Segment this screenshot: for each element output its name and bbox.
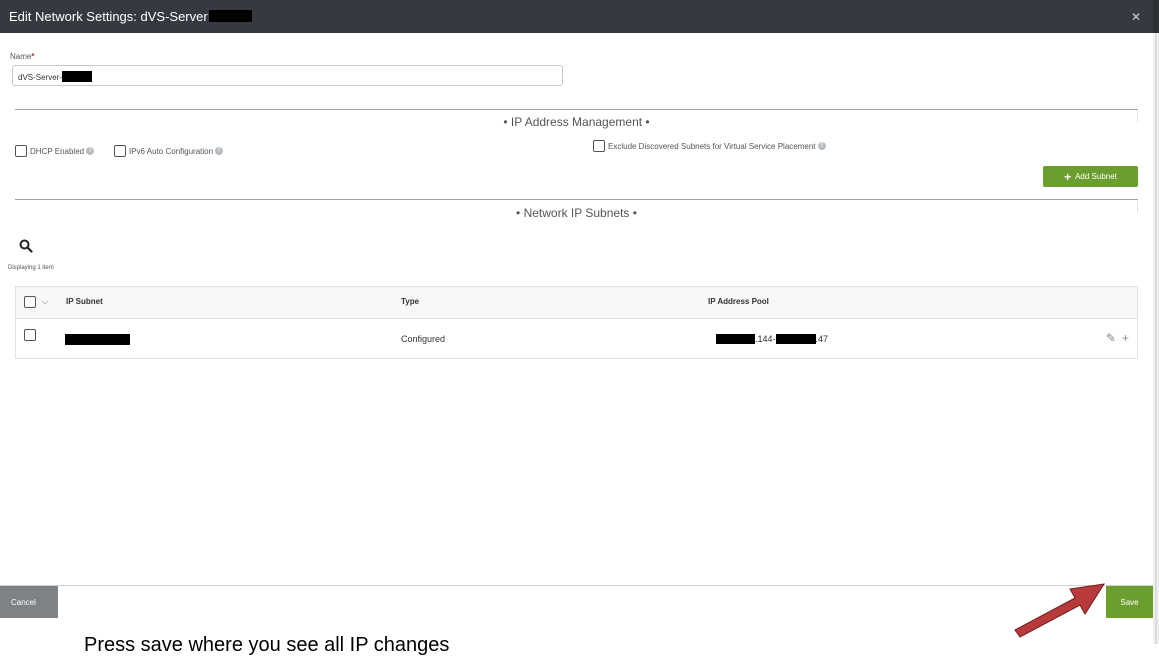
section-divider [15,109,1138,122]
chevron-down-icon[interactable]: ⌵ [42,297,48,307]
redacted-block [716,334,755,344]
name-input-value: dVS-Server- [18,71,93,82]
window-edge [1153,0,1159,644]
name-label-text: Name [10,52,32,61]
ip-pool-cell: .144- .47 [716,334,828,344]
ipv6-label: IPv6 Auto Configuration [129,146,214,156]
annotation-arrow-icon [1014,583,1106,638]
dhcp-label: DHCP Enabled [30,146,85,156]
dialog-title: Edit Network Settings: dVS-Server [9,9,252,25]
instruction-caption: Press save where you see all IP changes [84,634,450,656]
add-subnet-label: Add Subnet [1075,172,1117,181]
dhcp-option: DHCP Enabled? [15,145,95,157]
table-header: ⌵ IP Subnet Type IP Address Pool [16,287,1137,319]
name-input[interactable]: dVS-Server- [12,65,563,86]
ip-management-title: • IP Address Management • [503,115,650,129]
save-button[interactable]: Save [1106,586,1153,618]
name-label: Name* [10,52,34,61]
column-ip-subnet[interactable]: IP Subnet [66,297,103,306]
cancel-button[interactable]: Cancel [0,586,58,618]
row-checkbox[interactable] [24,329,36,341]
edit-network-dialog: Edit Network Settings: dVS-Server ✕ Name… [0,0,1153,618]
ipv6-checkbox[interactable] [114,145,126,157]
dhcp-checkbox[interactable] [15,145,27,157]
subnets-table: ⌵ IP Subnet Type IP Address Pool Configu… [15,286,1138,359]
exclude-subnets-checkbox[interactable] [593,140,605,152]
displaying-count: Displaying 1 item [8,265,54,271]
redacted-block [208,10,252,22]
plus-icon: + [1064,169,1072,184]
column-ip-address-pool[interactable]: IP Address Pool [708,297,769,306]
table-row: Configured .144- .47 ✎ + [16,319,1137,359]
select-all-checkbox[interactable] [24,296,36,308]
exclude-subnets-option: Exclude Discovered Subnets for Virtual S… [593,140,826,152]
plus-icon[interactable]: + [1122,331,1129,345]
help-icon[interactable]: ? [215,147,224,155]
ip-pool-mid: .144- [755,334,776,344]
help-icon[interactable]: ? [86,147,95,155]
name-value-text: dVS-Server- [18,73,63,82]
type-cell: Configured [401,334,446,344]
exclude-subnets-label: Exclude Discovered Subnets for Virtual S… [608,141,816,151]
row-actions: ✎ + [1100,331,1129,345]
redacted-block [775,334,816,344]
ip-subnet-cell [65,334,130,345]
dialog-titlebar: Edit Network Settings: dVS-Server ✕ [0,0,1153,33]
ipv6-option: IPv6 Auto Configuration? [114,145,224,157]
column-type[interactable]: Type [401,297,419,306]
redacted-block [62,71,93,82]
edit-icon[interactable]: ✎ [1106,331,1116,345]
redacted-block [65,334,130,345]
search-icon[interactable] [19,239,33,253]
help-icon[interactable]: ? [817,142,826,150]
close-icon[interactable]: ✕ [1131,10,1141,24]
required-marker: * [31,52,35,61]
add-subnet-button[interactable]: + Add Subnet [1043,166,1138,187]
section-divider [15,199,1138,212]
ip-pool-end: .47 [815,334,829,344]
dialog-title-text: Edit Network Settings: dVS-Server [9,9,208,24]
dialog-footer: Cancel Save [0,585,1153,618]
network-subnets-title: • Network IP Subnets • [516,206,637,220]
